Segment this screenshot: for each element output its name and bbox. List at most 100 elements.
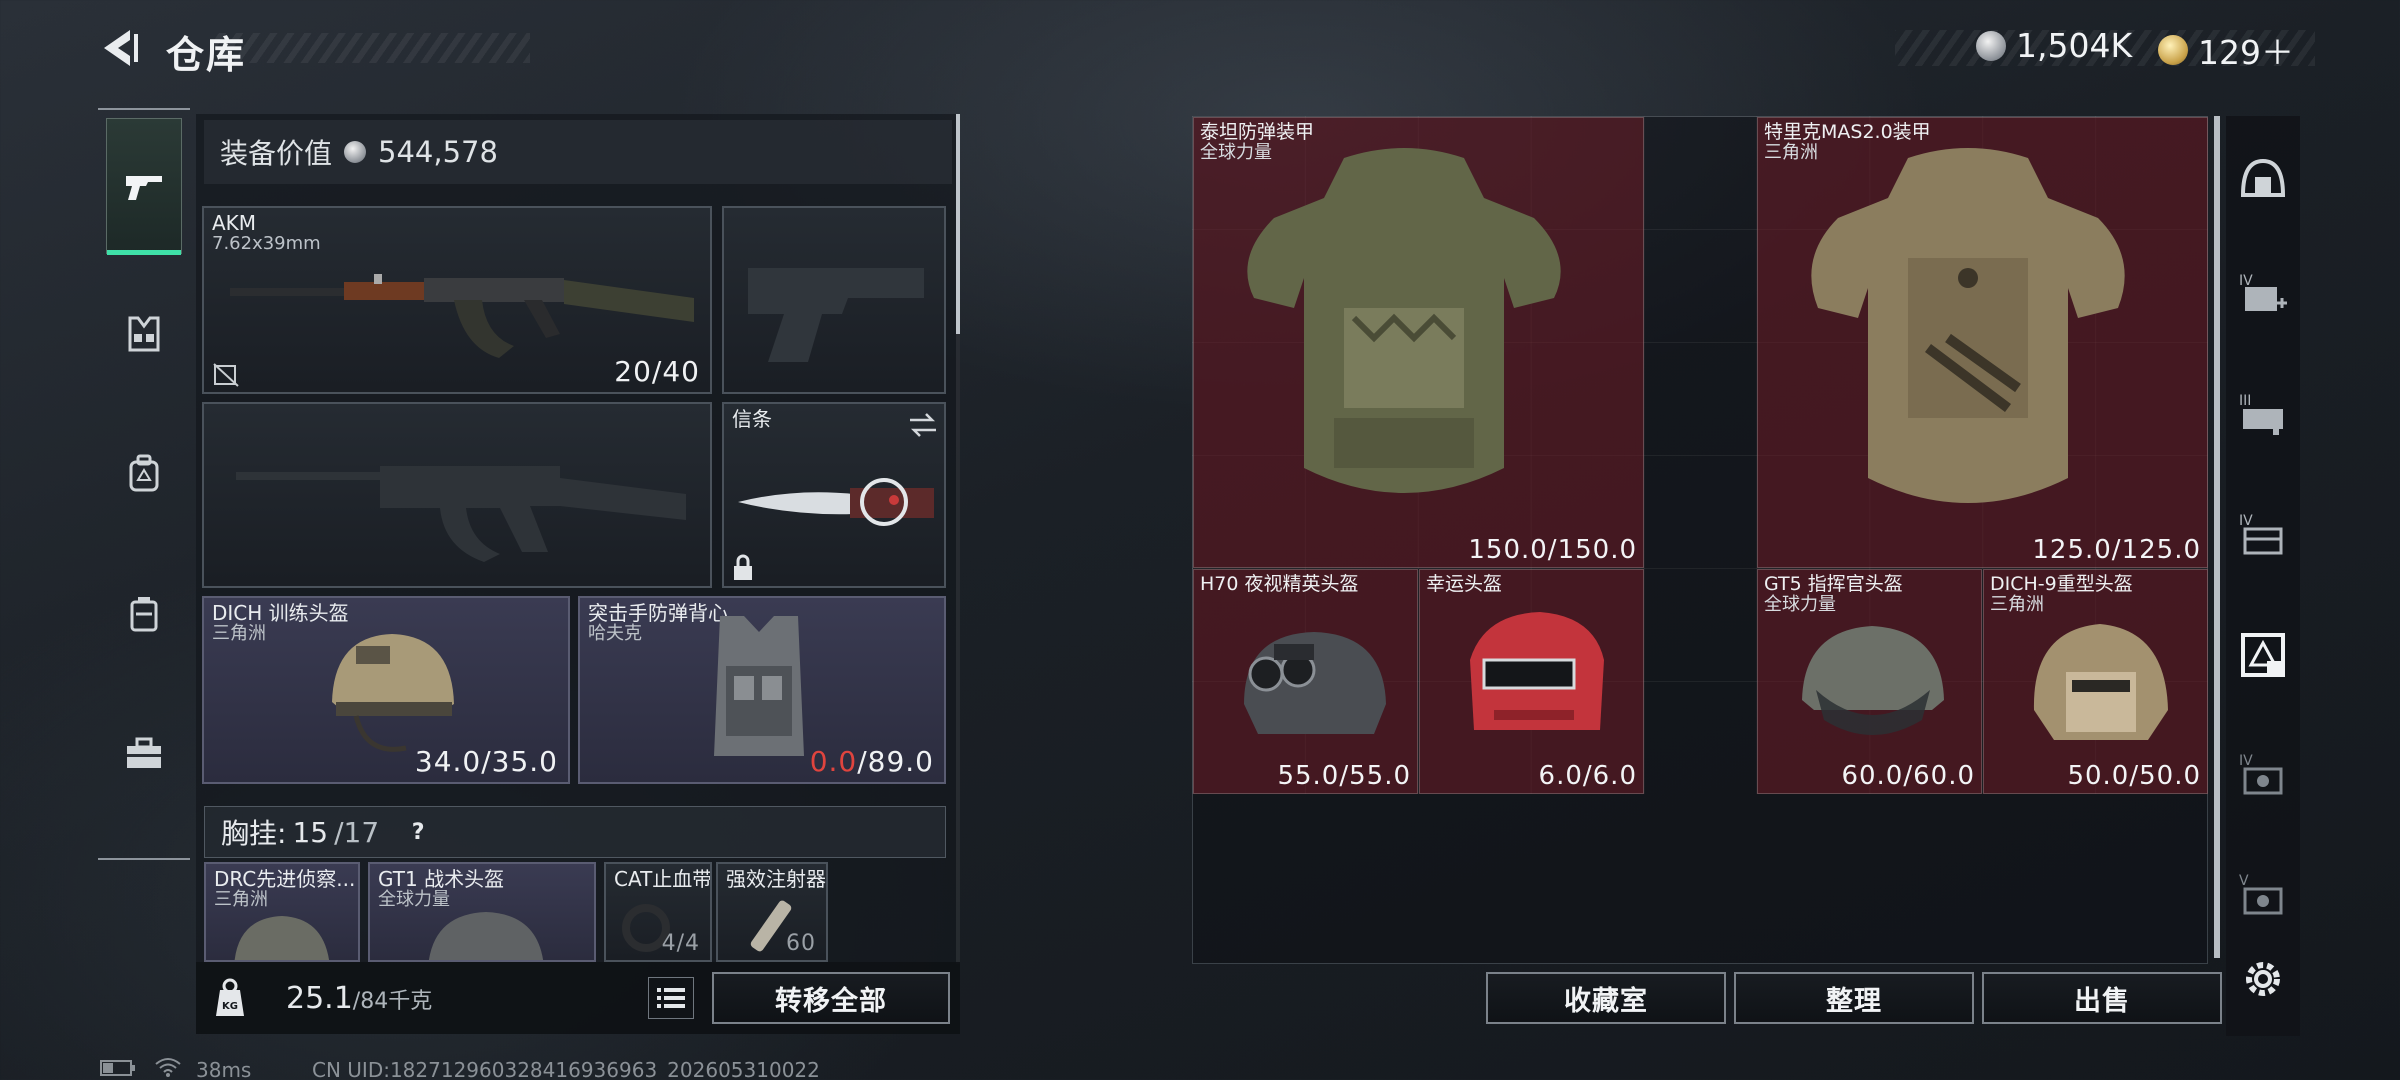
rig-item-tourniquet[interactable]: CAT止血带 4/4: [604, 862, 712, 962]
filter-helmet[interactable]: [2232, 148, 2294, 210]
weight-readout: 25.1/84千克: [286, 981, 432, 1016]
pistol-slot-empty[interactable]: [722, 206, 946, 394]
equipment-scroll-thumb[interactable]: [956, 114, 960, 334]
gold-currency[interactable]: 129＋: [2158, 26, 2294, 74]
weight-icon: KG: [216, 978, 244, 1016]
svg-text:KG: KG: [222, 1001, 238, 1012]
melee-slot[interactable]: 信条: [722, 402, 946, 588]
pouch-icon: [130, 597, 158, 632]
transfer-all-button[interactable]: 转移全部: [712, 972, 950, 1024]
filter-case[interactable]: IV: [2232, 504, 2294, 566]
silver-coin-icon: [344, 141, 367, 163]
stash-item-durability: 60.0/60.0: [1841, 761, 1975, 791]
filter-safe-4[interactable]: IV: [2232, 744, 2294, 806]
body-armor-image: [1811, 148, 2125, 503]
silver-currency[interactable]: 1,504K: [1976, 26, 2132, 65]
visor-helmet-image: [1802, 626, 1944, 735]
rig-item-drc-helmet[interactable]: DRC先进侦察... 三角洲: [204, 862, 360, 962]
primary-weapon-slot[interactable]: AKM 7.62x39mm 20/40: [202, 206, 712, 394]
rig-item-name: 强效注射器: [726, 867, 826, 891]
slot-item-name: 信条: [732, 407, 772, 431]
filter-tier-label: IV: [2239, 273, 2253, 289]
rig-item-gt1-helmet[interactable]: GT1 战术头盔 全球力量: [368, 862, 596, 962]
helmet-filter-icon: [2240, 158, 2286, 197]
rig-item-count: 4/4: [661, 931, 700, 956]
slot-item-faction: 三角洲: [212, 623, 266, 644]
settings-button[interactable]: [2232, 948, 2294, 1010]
armor-slot[interactable]: 突击手防弹背心 哈夫克 0.0/89.0: [578, 596, 946, 784]
welder-helmet-image: [1470, 612, 1604, 730]
stash-item-dich9-helmet[interactable]: DICH-9重型头盔 三角洲 50.0/50.0: [1983, 569, 2208, 794]
body-armor-image: [1247, 148, 1561, 493]
filter-safe-5[interactable]: V: [2232, 864, 2294, 926]
battery-icon: [100, 1060, 135, 1076]
secondary-weapon-slot-empty[interactable]: [202, 402, 712, 588]
stash-item-name: DICH-9重型头盔: [1990, 573, 2133, 595]
stash-item-durability: 50.0/50.0: [2067, 761, 2201, 791]
rig-item-name: GT1 战术头盔: [378, 867, 505, 891]
rig-item-name: CAT止血带: [614, 867, 712, 891]
backpack-icon: [129, 454, 159, 492]
stash-item-mas-armor[interactable]: 特里克MAS2.0装甲 三角洲 125.0/125.0: [1757, 117, 2208, 568]
collection-room-button[interactable]: 收藏室: [1486, 972, 1726, 1024]
filter-armor-active[interactable]: [2232, 624, 2294, 686]
stash-item-durability: 6.0/6.0: [1538, 761, 1637, 791]
pistol-placeholder-icon: [748, 268, 924, 362]
rifle-placeholder-icon: [236, 466, 686, 562]
gear-icon: [2246, 962, 2280, 996]
slot-durability: 34.0/35.0: [414, 745, 558, 778]
armor-filter-icon: [2241, 633, 2285, 677]
rig-item-injector[interactable]: 强效注射器 60: [716, 862, 828, 962]
category-chest-rig[interactable]: [106, 266, 182, 402]
heavy-helmet-image: [2033, 624, 2168, 740]
back-button[interactable]: [96, 24, 144, 72]
toolbox-icon: [127, 737, 161, 768]
stash-item-lucky-helmet[interactable]: 幸运头盔 6.0/6.0: [1419, 569, 1644, 794]
slot-durability: 0.0/89.0: [810, 745, 934, 778]
category-pouch[interactable]: [106, 546, 182, 682]
sort-button[interactable]: 整理: [1734, 972, 1974, 1024]
wifi-icon: [155, 1058, 181, 1077]
filter-tier-label: IV: [2239, 513, 2253, 529]
help-icon[interactable]: ?: [403, 817, 433, 847]
category-toolbox[interactable]: [106, 686, 182, 822]
rig-item-faction: 三角洲: [214, 889, 268, 910]
gold-coin-icon: [2158, 35, 2188, 65]
filter-tier-label: III: [2239, 393, 2251, 409]
stash-item-gt5-helmet[interactable]: GT5 指挥官头盔 全球力量 60.0/60.0: [1757, 569, 1982, 794]
sell-button[interactable]: 出售: [1982, 972, 2222, 1024]
akm-rifle-image: [230, 274, 694, 358]
filter-medical[interactable]: IV: [2232, 264, 2294, 326]
category-weapons[interactable]: [106, 118, 182, 255]
knife-image: [738, 478, 934, 526]
stash-item-durability: 125.0/125.0: [2032, 535, 2201, 565]
helmet-slot[interactable]: DICH 训练头盔 三角洲 34.0/35.0: [202, 596, 570, 784]
slot-durability: 20/40: [614, 355, 700, 388]
equipment-value-amount: 544,578: [378, 135, 498, 169]
chest-rig-label: 胸挂:: [221, 817, 287, 850]
category-frame-top: [98, 108, 190, 110]
tactical-rig-icon: [128, 316, 160, 352]
case-filter-icon: IV: [2239, 513, 2283, 555]
stash-item-durability: 55.0/55.0: [1277, 761, 1411, 791]
stash-item-name: GT5 指挥官头盔: [1764, 573, 1903, 595]
filter-rig[interactable]: III: [2232, 384, 2294, 446]
stash-item-name: H70 夜视精英头盔: [1200, 573, 1359, 595]
category-column: [98, 108, 190, 860]
category-backpack[interactable]: [106, 406, 182, 542]
filter-tier-label: IV: [2239, 753, 2253, 769]
durability-max: /89.0: [857, 745, 934, 778]
helmet-image: [332, 634, 454, 752]
no-repair-icon: [213, 363, 239, 387]
pistol-icon: [126, 176, 162, 200]
chest-rig-header: 胸挂: 15/17 ?: [204, 806, 946, 858]
safe-filter-icon: IV: [2239, 753, 2283, 795]
list-view-button[interactable]: [648, 977, 694, 1019]
vest-image: [714, 616, 804, 756]
stash-item-h70-helmet[interactable]: H70 夜视精英头盔 55.0/55.0: [1193, 569, 1418, 794]
helmet-image: [429, 912, 543, 960]
stash-item-titan-armor[interactable]: 泰坦防弹装甲 全球力量 150.0/150.0: [1193, 117, 1644, 568]
medkit-filter-icon: IV: [2239, 273, 2287, 311]
stash-scrollbar[interactable]: [2214, 116, 2220, 958]
silver-coin-icon: [1976, 30, 2006, 61]
